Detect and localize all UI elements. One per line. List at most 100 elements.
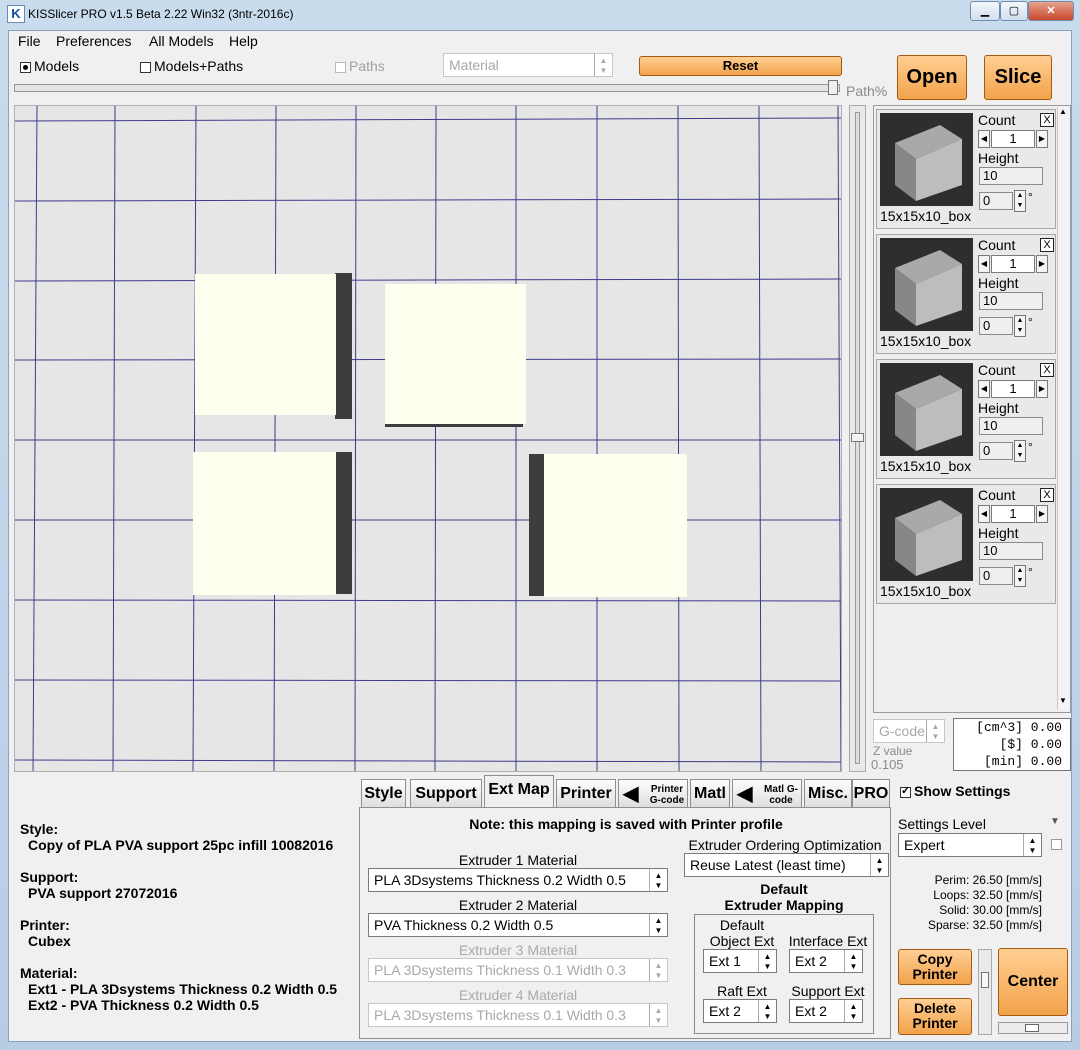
gcode-select[interactable]: G-code ▲ ▼ — [873, 719, 945, 743]
menu-preferences[interactable]: Preferences — [56, 33, 131, 49]
scroll-down-icon[interactable]: ▼ — [1059, 696, 1067, 705]
support-ext-select[interactable]: Ext 2 ▲ ▼ — [789, 999, 863, 1023]
settings-level-label: Settings Level — [898, 816, 986, 832]
scroll-thumb[interactable] — [981, 972, 989, 988]
remove-model-icon[interactable]: X — [1040, 238, 1054, 252]
scroll-up-icon[interactable]: ▲ — [1059, 107, 1067, 116]
tab-style[interactable]: Style — [361, 779, 406, 809]
ordering-label: Extruder Ordering Optimization — [688, 837, 882, 853]
models-radio[interactable]: Models — [20, 58, 79, 74]
tab-pro[interactable]: PRO — [852, 779, 890, 809]
interface-ext-select[interactable]: Ext 2 ▲ ▼ — [789, 949, 863, 973]
degree-icon: ° — [1028, 565, 1033, 579]
slider-thumb[interactable] — [828, 80, 838, 95]
3d-viewport[interactable] — [14, 105, 842, 772]
bottom-slider[interactable] — [998, 1022, 1068, 1034]
model-card[interactable]: Count X ◀ 1 ▶ Height 10 0 ▲ ▼ ° 15x15x10_box — [876, 109, 1056, 229]
copy-printer-button[interactable]: Copy Printer — [898, 949, 972, 985]
open-label: Open — [906, 66, 958, 88]
rotation-spinner[interactable]: ▲ ▼ — [1014, 565, 1026, 587]
tab-ext-map[interactable]: Ext Map — [484, 775, 554, 809]
tab-matl-gcode[interactable]: ◀ Matl G-code — [732, 779, 802, 809]
model-cube[interactable] — [193, 452, 336, 595]
models-paths-radio[interactable]: Models+Paths — [140, 58, 243, 74]
slice-button[interactable]: Slice — [984, 55, 1052, 100]
settings-level-select[interactable]: Expert ▲ ▼ — [898, 833, 1042, 857]
ordering-select[interactable]: Reuse Latest (least time) ▲ ▼ — [684, 853, 889, 877]
minimize-icon[interactable]: ▁ — [970, 1, 1000, 21]
box-preview-icon — [895, 250, 962, 326]
ext2-material-select[interactable]: PVA Thickness 0.2 Width 0.5 ▲ ▼ — [368, 913, 668, 937]
arrow-right-icon[interactable]: ▶ — [1036, 505, 1048, 523]
z-value: 0.105 — [871, 757, 904, 772]
settings-extra-checkbox[interactable] — [1051, 839, 1062, 850]
reset-button[interactable]: Reset — [639, 56, 842, 76]
model-cube[interactable] — [544, 454, 687, 597]
path-percent-slider[interactable] — [14, 80, 840, 95]
updown-icon: ▲ ▼ — [926, 720, 944, 742]
raft-ext-select[interactable]: Ext 2 ▲ ▼ — [703, 999, 777, 1023]
tab-matl[interactable]: Matl — [690, 779, 730, 809]
center-button[interactable]: Center — [998, 948, 1068, 1016]
rotation-field[interactable]: 0 — [979, 442, 1013, 460]
menu-help[interactable]: Help — [229, 33, 258, 49]
height-field[interactable]: 10 — [979, 417, 1043, 435]
rotation-field[interactable]: 0 — [979, 567, 1013, 585]
count-field[interactable]: 1 — [991, 130, 1035, 148]
ext1-material-select[interactable]: PLA 3Dsystems Thickness 0.2 Width 0.5 ▲ ▼ — [368, 868, 668, 892]
model-cube[interactable] — [385, 284, 526, 424]
rotation-field[interactable]: 0 — [979, 317, 1013, 335]
remove-model-icon[interactable]: X — [1040, 488, 1054, 502]
remove-model-icon[interactable]: X — [1040, 363, 1054, 377]
open-button[interactable]: Open — [897, 55, 967, 100]
sparse-speed: Sparse: 32.50 [mm/s] — [927, 918, 1042, 932]
height-field[interactable]: 10 — [979, 542, 1043, 560]
interface-ext-value: Ext 2 — [795, 953, 827, 969]
model-cube[interactable] — [195, 274, 336, 415]
arrow-right-icon[interactable]: ▶ — [1036, 255, 1048, 273]
z-slider[interactable] — [849, 105, 866, 772]
style-value: Copy of PLA PVA support 25pc infill 1008… — [28, 837, 334, 853]
paths-checkbox[interactable]: Paths — [335, 58, 385, 74]
material-select[interactable]: Material ▲ ▼ — [443, 53, 613, 77]
tab-support[interactable]: Support — [410, 779, 482, 809]
count-field[interactable]: 1 — [991, 505, 1035, 523]
collapse-icon[interactable]: ▼ — [1050, 816, 1060, 827]
ext-map-panel: Note: this mapping is saved with Printer… — [359, 807, 891, 1039]
arrow-right-icon[interactable]: ▶ — [1036, 380, 1048, 398]
arrow-left-icon[interactable]: ◀ — [978, 505, 990, 523]
rotation-spinner[interactable]: ▲ ▼ — [1014, 315, 1026, 337]
close-icon[interactable]: ✕ — [1028, 1, 1074, 21]
arrow-left-icon[interactable]: ◀ — [978, 130, 990, 148]
arrow-left-icon[interactable]: ◀ — [978, 380, 990, 398]
count-field[interactable]: 1 — [991, 380, 1035, 398]
model-card[interactable]: Count X ◀ 1 ▶ Height 10 0 ▲ ▼ ° 15x15x10_box — [876, 234, 1056, 354]
rotation-field[interactable]: 0 — [979, 192, 1013, 210]
ext4-material-select[interactable]: PLA 3Dsystems Thickness 0.1 Width 0.3 ▲ ▼ — [368, 1003, 668, 1027]
delete-printer-button[interactable]: Delete Printer — [898, 998, 972, 1035]
maximize-icon[interactable]: ▢ — [1000, 1, 1028, 21]
height-field[interactable]: 10 — [979, 167, 1043, 185]
rotation-spinner[interactable]: ▲ ▼ — [1014, 440, 1026, 462]
arrow-right-icon[interactable]: ▶ — [1036, 130, 1048, 148]
models-scrollbar[interactable]: ▲ ▼ — [1057, 107, 1070, 710]
ext3-material-select[interactable]: PLA 3Dsystems Thickness 0.1 Width 0.3 ▲ ▼ — [368, 958, 668, 982]
rotation-spinner[interactable]: ▲ ▼ — [1014, 190, 1026, 212]
height-field[interactable]: 10 — [979, 292, 1043, 310]
model-card[interactable]: Count X ◀ 1 ▶ Height 10 0 ▲ ▼ ° 15x15x10_box — [876, 359, 1056, 479]
menu-all-models[interactable]: All Models — [149, 33, 214, 49]
remove-model-icon[interactable]: X — [1040, 113, 1054, 127]
printer-scrollbar[interactable] — [978, 949, 992, 1035]
tab-misc[interactable]: Misc. — [804, 779, 852, 809]
bottom-slider-thumb[interactable] — [1025, 1024, 1039, 1032]
menu-file[interactable]: File — [18, 33, 41, 49]
tab-printer[interactable]: Printer — [556, 779, 616, 809]
arrow-left-icon[interactable]: ◀ — [978, 255, 990, 273]
default-object-ext-select[interactable]: Ext 1 ▲ ▼ — [703, 949, 777, 973]
show-settings-checkbox[interactable]: Show Settings — [900, 783, 1010, 799]
model-card[interactable]: Count X ◀ 1 ▶ Height 10 0 ▲ ▼ ° 15x15x10_box — [876, 484, 1056, 604]
count-field[interactable]: 1 — [991, 255, 1035, 273]
z-slider-thumb[interactable] — [851, 433, 864, 442]
tab-printer-gcode[interactable]: ◀ Printer G-code — [618, 779, 688, 809]
default-mapping-heading: Default Extruder Mapping — [724, 881, 844, 913]
